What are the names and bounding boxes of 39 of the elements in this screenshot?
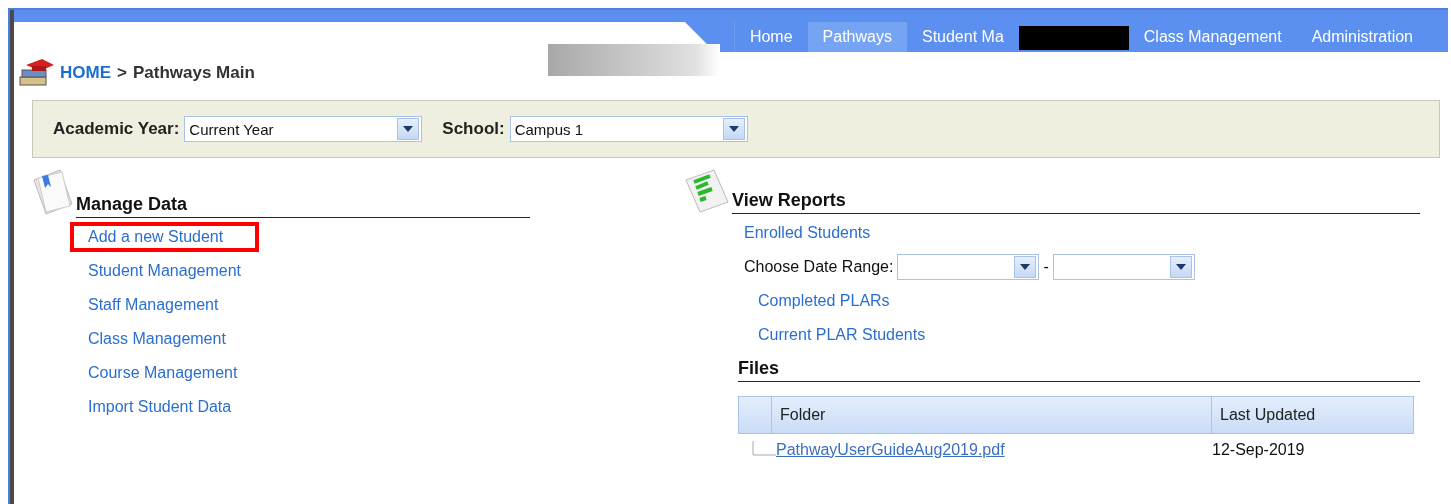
manage-link[interactable]: Class Management <box>70 324 262 354</box>
caret-icon <box>728 126 739 132</box>
tree-connector-icon <box>752 441 776 459</box>
document-icon <box>30 168 74 218</box>
caret-icon <box>403 126 414 132</box>
breadcrumb-separator: > <box>117 63 127 83</box>
manage-link[interactable]: Staff Management <box>70 290 255 320</box>
report-link[interactable]: Enrolled Students <box>744 224 871 242</box>
date-dropdown[interactable] <box>1052 254 1195 280</box>
nav-tab[interactable]: Home <box>734 22 808 52</box>
manage-link[interactable]: Course Management <box>70 358 274 388</box>
manage-link[interactable]: Student Management <box>70 256 277 286</box>
caret-icon <box>1175 264 1186 270</box>
filter-dropdown[interactable]: Campus 1 <box>509 116 748 142</box>
filter-dropdown[interactable]: Current Year <box>184 116 423 142</box>
breadcrumb-current: Pathways Main <box>132 63 255 83</box>
filter-label: Academic Year: <box>53 119 180 139</box>
manage-link[interactable]: Import Student Data <box>70 392 268 422</box>
section-title: Manage Data <box>76 194 530 218</box>
range-separator: - <box>1043 258 1049 276</box>
table-cell-text: 12-Sep-2019 <box>1211 441 1306 459</box>
filter-label: School: <box>442 119 505 139</box>
section-title: Files <box>738 358 1420 382</box>
report-icon <box>684 168 730 214</box>
nav-tab[interactable]: Class Management <box>1128 22 1297 52</box>
report-link[interactable]: Current PLAR Students <box>758 326 926 344</box>
file-link[interactable]: PathwayUserGuideAug2019.pdf <box>776 441 1005 459</box>
caret-icon <box>1020 264 1031 270</box>
column-header: Folder <box>771 397 1211 433</box>
date-range-label: Choose Date Range: <box>744 258 894 276</box>
nav-tab[interactable]: Administration <box>1296 22 1428 52</box>
home-link[interactable]: HOME <box>60 63 111 83</box>
manage-link[interactable]: Add a new Student <box>70 222 260 252</box>
column-header: Last Updated <box>1211 397 1413 433</box>
report-link[interactable]: Completed PLARs <box>758 292 890 310</box>
books-icon <box>18 57 54 89</box>
date-dropdown[interactable] <box>897 254 1040 280</box>
nav-tab[interactable]: Student Ma <box>906 22 1019 52</box>
section-title: View Reports <box>732 190 1420 214</box>
